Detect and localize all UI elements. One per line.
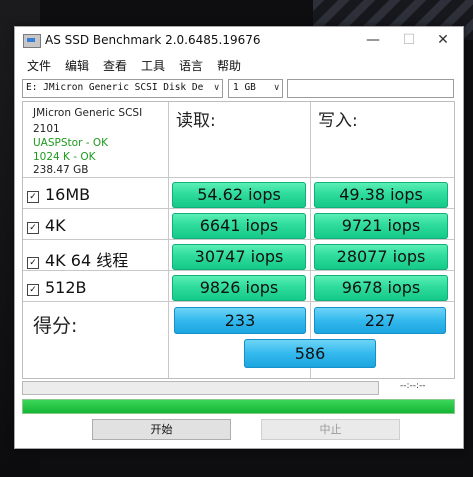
menu-bar: 文件 编辑 查看 工具 语言 帮助 — [15, 55, 463, 75]
test-row-label[interactable]: ✓ 4K 64 线程 — [27, 247, 128, 271]
menu-file[interactable]: 文件 — [27, 57, 51, 74]
checkbox-icon[interactable]: ✓ — [27, 284, 39, 296]
test-row-label[interactable]: ✓ 16MB — [27, 185, 90, 204]
row-name: 4K — [45, 216, 66, 235]
grid-divider — [23, 208, 454, 209]
row-name: 16MB — [45, 185, 91, 204]
overall-progress-fill — [23, 400, 454, 413]
maximize-button[interactable]: ☐ — [395, 30, 423, 50]
checkbox-icon[interactable]: ✓ — [27, 191, 39, 203]
row-name: 4K 64 线程 — [45, 251, 129, 270]
device-firmware: 2101 — [33, 123, 60, 135]
device-name: JMicron Generic SCSI — [33, 107, 143, 119]
read-column-header: 读取: — [176, 111, 216, 131]
chevron-down-icon: ∨ — [213, 83, 220, 93]
close-button[interactable]: ✕ — [429, 30, 457, 50]
window-title: AS SSD Benchmark 2.0.6485.19676 — [45, 33, 261, 47]
driver-status: UASPStor - OK — [33, 137, 109, 149]
score-label: 得分: — [33, 315, 78, 337]
menu-edit[interactable]: 编辑 — [65, 57, 89, 74]
read-result: 30747 iops — [172, 244, 306, 270]
read-score: 233 — [174, 307, 306, 334]
test-row-label[interactable]: ✓ 512B — [27, 278, 87, 297]
results-grid: JMicron Generic SCSI 2101 UASPStor - OK … — [22, 101, 455, 379]
title-bar: AS SSD Benchmark 2.0.6485.19676 — ☐ ✕ — [15, 27, 463, 55]
menu-language[interactable]: 语言 — [179, 57, 203, 74]
start-button[interactable]: 开始 — [92, 419, 231, 440]
test-size-value: 1 GB — [233, 82, 256, 93]
grid-divider — [23, 177, 454, 178]
read-result: 9826 iops — [172, 275, 306, 301]
blank-text-field[interactable] — [287, 79, 454, 98]
app-disk-icon — [23, 34, 41, 48]
drive-dropdown-value: E: JMicron Generic SCSI Disk Devi — [26, 82, 204, 93]
alignment-status: 1024 K - OK — [33, 151, 96, 163]
grid-divider — [23, 301, 454, 302]
checkbox-icon[interactable]: ✓ — [27, 257, 39, 269]
write-result: 49.38 iops — [314, 182, 448, 208]
write-column-header: 写入: — [318, 111, 358, 131]
write-result: 9678 iops — [314, 275, 448, 301]
menu-tools[interactable]: 工具 — [141, 57, 165, 74]
total-score: 586 — [244, 339, 376, 368]
minimize-button[interactable]: — — [359, 30, 387, 50]
grid-divider — [23, 239, 454, 240]
write-result: 9721 iops — [314, 213, 448, 239]
test-progress-bar — [22, 381, 379, 395]
overall-progress-bar — [22, 399, 455, 414]
stop-button[interactable]: 中止 — [261, 419, 400, 440]
app-window: AS SSD Benchmark 2.0.6485.19676 — ☐ ✕ 文件… — [14, 26, 464, 449]
menu-help[interactable]: 帮助 — [217, 57, 241, 74]
read-result: 54.62 iops — [172, 182, 306, 208]
elapsed-time: --:--:-- — [400, 381, 426, 391]
grid-divider — [310, 102, 311, 378]
checkbox-icon[interactable]: ✓ — [27, 222, 39, 234]
chevron-down-icon: ∨ — [273, 83, 280, 93]
write-result: 28077 iops — [314, 244, 448, 270]
test-row-label[interactable]: ✓ 4K — [27, 216, 66, 235]
drive-dropdown[interactable]: E: JMicron Generic SCSI Disk Devi ∨ — [22, 79, 223, 98]
menu-view[interactable]: 查看 — [103, 57, 127, 74]
grid-divider — [168, 102, 169, 378]
test-size-dropdown[interactable]: 1 GB ∨ — [228, 79, 283, 98]
device-capacity: 238.47 GB — [33, 164, 89, 176]
write-score: 227 — [314, 307, 446, 334]
read-result: 6641 iops — [172, 213, 306, 239]
row-name: 512B — [45, 278, 87, 297]
